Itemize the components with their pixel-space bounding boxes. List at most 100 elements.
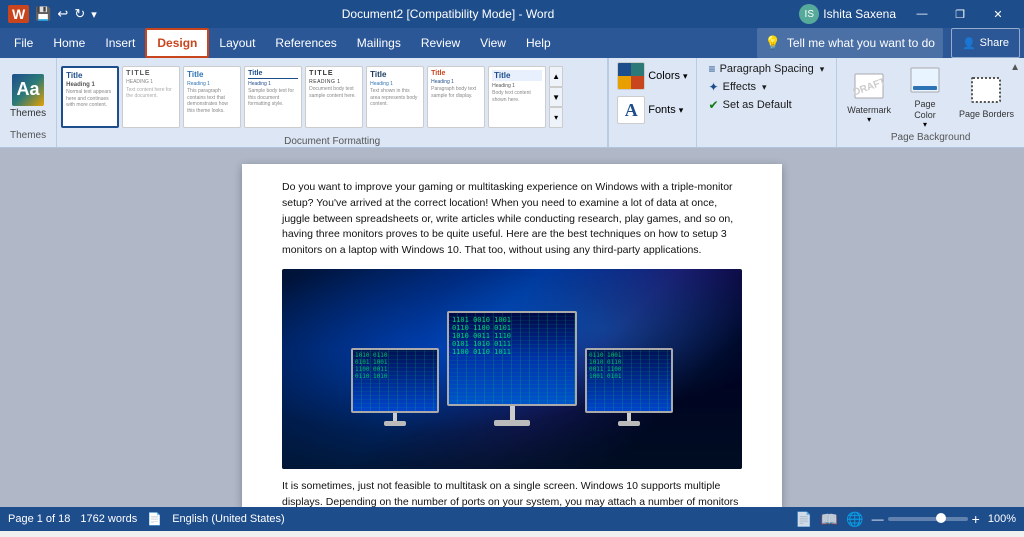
menu-home[interactable]: Home	[43, 28, 95, 58]
restore-button[interactable]: ❐	[942, 0, 978, 28]
doc-format-thumb-5[interactable]: TITLE READING 1 Document body text sampl…	[305, 66, 363, 128]
word-icon: W	[8, 5, 29, 23]
menu-bar: File Home Insert Design Layout Reference…	[0, 28, 1024, 58]
doc-format-thumb-1[interactable]: Title Heading 1 Normal text appears here…	[61, 66, 119, 128]
share-icon: 👤	[962, 37, 976, 50]
page-borders-label: Page Borders	[959, 109, 1014, 119]
set-as-default-button[interactable]: ✔ Set as Default	[705, 96, 829, 114]
page-color-button[interactable]: Page Color ▾	[901, 60, 949, 131]
themes-button[interactable]: Aa Themes	[6, 72, 50, 121]
page-color-arrow: ▾	[923, 120, 927, 129]
page-color-label: Page	[914, 99, 935, 109]
monitor-stand-neck-right	[627, 413, 631, 421]
document-paragraph-1: Do you want to improve your gaming or mu…	[282, 180, 742, 259]
view-normal-icon[interactable]: 📄	[795, 511, 812, 528]
watermark-label: Watermark	[847, 105, 891, 115]
document-paragraph-2: It is sometimes, just not feasible to mu…	[282, 479, 742, 507]
quick-access-save[interactable]: 💾	[35, 6, 51, 22]
doc-format-scroll-up[interactable]: ▲	[549, 66, 563, 87]
paragraph-spacing-icon: ≡	[709, 62, 716, 76]
menu-layout[interactable]: Layout	[209, 28, 265, 58]
fonts-button[interactable]: A Fonts ▾	[613, 94, 687, 126]
colors-arrow: ▾	[683, 71, 688, 82]
monitor-screen-left: 1010 01100101 10011100 00110110 1010	[351, 348, 439, 413]
doc-format-thumb-3[interactable]: Title Reading 1 This paragraph contains …	[183, 66, 241, 128]
colors-button[interactable]: Colors ▾	[613, 60, 691, 92]
zoom-track[interactable]	[888, 517, 968, 521]
ribbon-group-colors-fonts: Colors ▾ A Fonts ▾	[608, 58, 696, 147]
document-page: Do you want to improve your gaming or mu…	[242, 164, 782, 507]
ribbon: Aa Themes Themes Title Heading 1 Normal …	[0, 58, 1024, 148]
menu-insert[interactable]: Insert	[95, 28, 145, 58]
doc-format-thumb-7[interactable]: Title Heading 1 Paragraph body text samp…	[427, 66, 485, 128]
track-changes-icon: 📄	[147, 512, 162, 526]
menu-file[interactable]: File	[4, 28, 43, 58]
themes-content: Aa Themes	[6, 62, 50, 130]
menu-design[interactable]: Design	[145, 28, 209, 58]
ribbon-group-para-effects: ≡ Paragraph Spacing ▾ ✦ Effects ▾ ✔ Set …	[697, 58, 838, 147]
zoom-thumb[interactable]	[936, 513, 946, 523]
view-read-icon[interactable]: 📖	[821, 511, 838, 528]
set-as-default-label: Set as Default	[723, 99, 792, 111]
monitor-stand-base-center	[494, 420, 530, 426]
search-placeholder: Tell me what you want to do	[787, 36, 935, 50]
menu-review[interactable]: Review	[411, 28, 470, 58]
minimize-button[interactable]: —	[904, 0, 940, 28]
monitor-left: 1010 01100101 10011100 00110110 1010	[351, 348, 439, 426]
watermark-button[interactable]: DRAFT Watermark ▾	[841, 66, 897, 126]
swatch-q1	[618, 63, 631, 76]
swatch-q4	[631, 76, 644, 89]
fonts-icon: A	[617, 96, 645, 124]
effects-button[interactable]: ✦ Effects ▾	[705, 78, 829, 96]
monitor-stand-base-left	[384, 421, 406, 426]
user-area: IS Ishita Saxena	[799, 4, 896, 24]
doc-format-thumb-8[interactable]: Title Heading 1 Body text content shown …	[488, 66, 546, 128]
doc-format-scroll-down[interactable]: ▼	[549, 87, 563, 108]
zoom-in-button[interactable]: +	[972, 511, 980, 527]
page-info: Page 1 of 18	[8, 513, 70, 525]
swatch-q3	[618, 76, 631, 89]
doc-format-group-label: Document Formatting	[61, 136, 603, 147]
ribbon-group-page-background: DRAFT Watermark ▾ Page Color	[837, 58, 1024, 147]
paragraph-spacing-label: Paragraph Spacing	[720, 63, 814, 75]
doc-format-thumb-4[interactable]: Title Heading 1 Sample body text for thi…	[244, 66, 302, 128]
page-borders-button[interactable]: Page Borders	[953, 70, 1020, 121]
status-bar-right: 📄 📖 🌐 — + 100%	[795, 511, 1016, 528]
view-web-icon[interactable]: 🌐	[846, 511, 863, 528]
doc-format-scroll-more[interactable]: ▾	[549, 107, 563, 128]
document-title: Document2 [Compatibility Mode] - Word	[97, 7, 800, 21]
document-area: Do you want to improve your gaming or mu…	[0, 148, 1024, 507]
page-background-group-label: Page Background	[841, 132, 1020, 145]
ribbon-collapse-button[interactable]: ▲	[1010, 62, 1020, 73]
fonts-row: A Fonts ▾	[613, 94, 691, 126]
monitor-center: 1101 0010 10010110 1100 01011010 0011 11…	[447, 311, 577, 426]
page-color-icon	[907, 62, 943, 98]
doc-format-thumbnails-row: Title Heading 1 Normal text appears here…	[61, 58, 603, 136]
menu-help[interactable]: Help	[516, 28, 561, 58]
ribbon-group-themes: Aa Themes Themes	[0, 58, 57, 147]
themes-icon: Aa	[12, 74, 44, 106]
zoom-percent: 100%	[988, 513, 1016, 525]
menu-view[interactable]: View	[470, 28, 516, 58]
zoom-out-button[interactable]: —	[872, 512, 884, 526]
doc-format-nav: ▲ ▼ ▾	[549, 66, 563, 128]
ribbon-group-document-formatting: Title Heading 1 Normal text appears here…	[57, 58, 608, 147]
word-count: 1762 words	[80, 513, 137, 525]
monitor-stand-base-right	[618, 421, 640, 426]
menu-references[interactable]: References	[265, 28, 346, 58]
status-bar: Page 1 of 18 1762 words 📄 English (Unite…	[0, 507, 1024, 531]
swatch-q2	[631, 63, 644, 76]
doc-format-thumb-6[interactable]: Title Heading 1 Text shown in this area …	[366, 66, 424, 128]
menu-search[interactable]: 💡 Tell me what you want to do	[757, 28, 943, 58]
quick-access-redo[interactable]: ↻	[74, 6, 85, 22]
window-controls: — ❐ ✕	[904, 0, 1016, 28]
fonts-arrow: ▾	[679, 105, 684, 116]
close-button[interactable]: ✕	[980, 0, 1016, 28]
menu-mailings[interactable]: Mailings	[347, 28, 411, 58]
doc-format-thumb-2[interactable]: TITLE HEADING 1 Text content here for th…	[122, 66, 180, 128]
title-bar-left: W 💾 ↩ ↻ ▾	[8, 5, 97, 23]
share-button[interactable]: 👤 Share	[951, 28, 1020, 58]
effects-label: Effects	[723, 81, 756, 93]
paragraph-spacing-button[interactable]: ≡ Paragraph Spacing ▾	[705, 60, 829, 78]
quick-access-undo[interactable]: ↩	[57, 6, 68, 22]
